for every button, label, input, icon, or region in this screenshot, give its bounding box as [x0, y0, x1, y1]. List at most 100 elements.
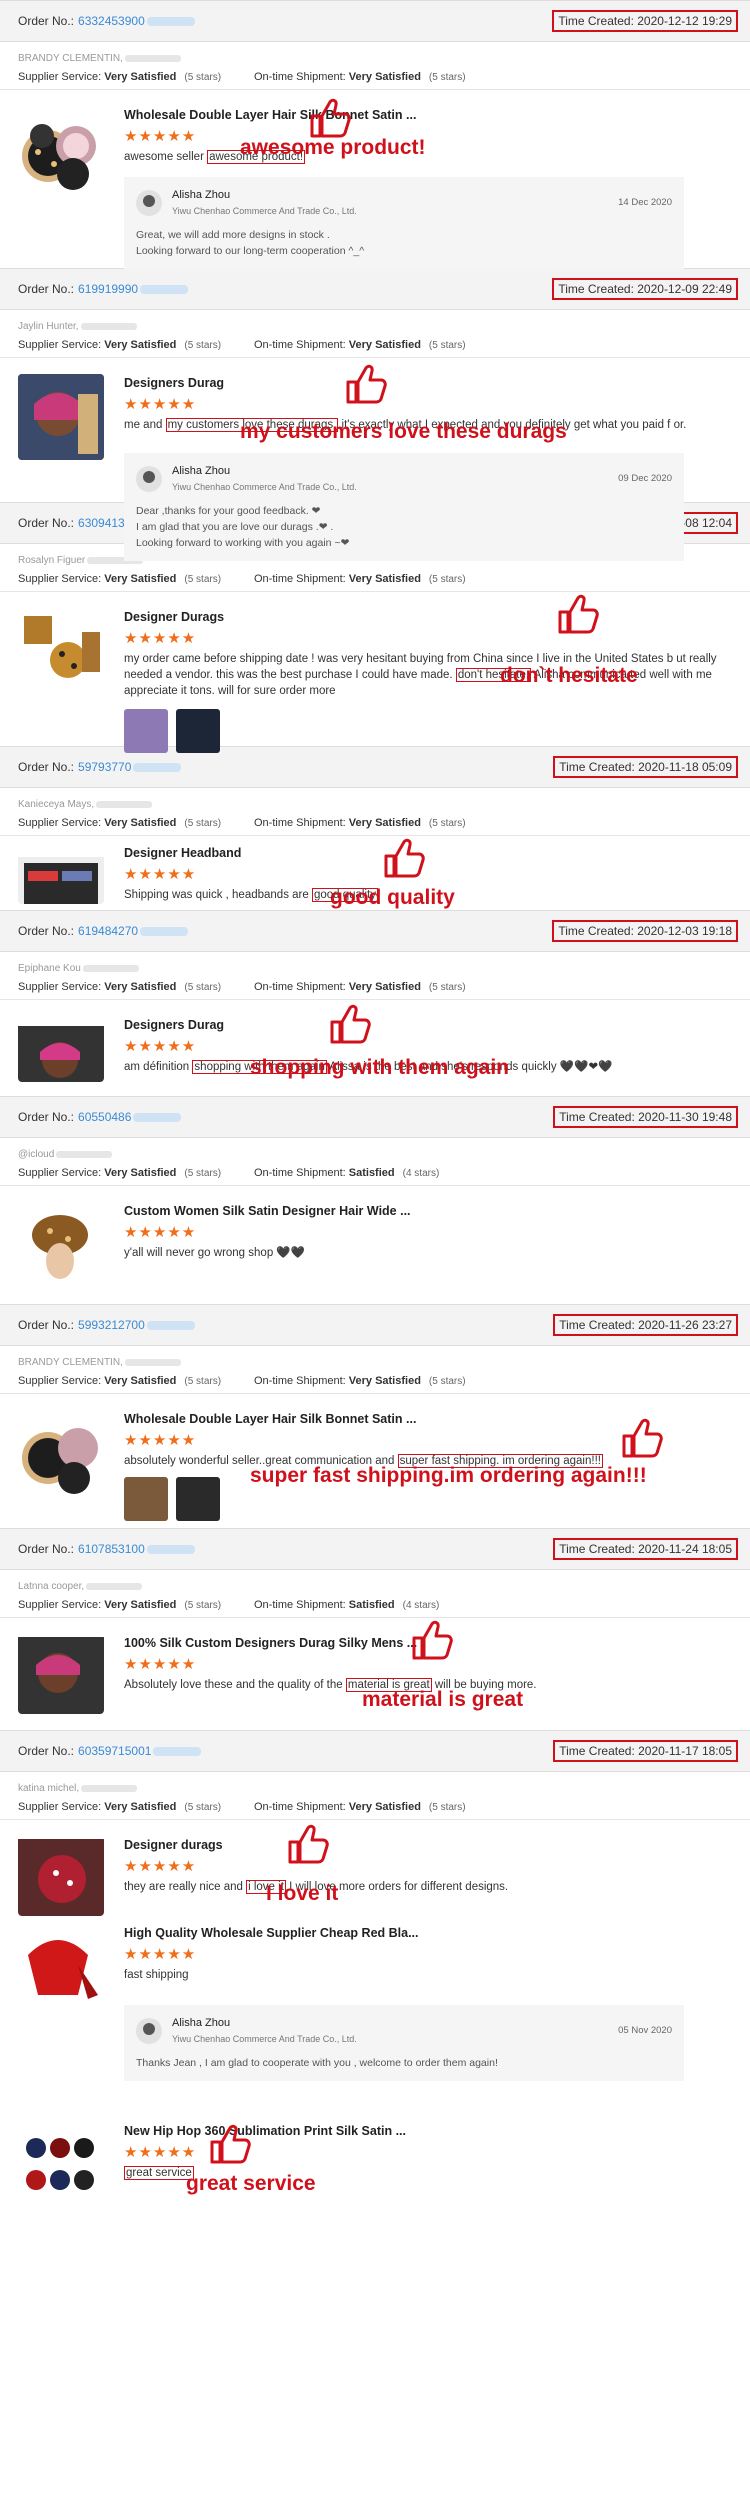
ontime-shipment-stars: (5 stars) — [428, 72, 466, 83]
product-title[interactable]: Wholesale Double Layer Hair Silk Bonnet … — [124, 108, 732, 122]
thumbs-up-icon — [622, 1418, 664, 1458]
product-title[interactable]: Designers Durag — [124, 1018, 732, 1032]
product-review: High Quality Wholesale Supplier Cheap Re… — [0, 1918, 750, 2110]
order-header: Order No.: 60359715001 Time Created: 2020… — [0, 1730, 750, 1772]
supplier-reply: Alisha Zhou Yiwu Chenhao Commerce And Tra… — [124, 177, 684, 269]
review-photo[interactable] — [176, 709, 220, 753]
product-image[interactable] — [18, 1016, 104, 1082]
buyer-name: Rosalyn Figuer — [18, 554, 86, 566]
annotation-label: super fast shipping.im ordering again!!! — [250, 1464, 647, 1487]
review-photos — [124, 709, 732, 753]
supplier-avatar — [136, 2018, 162, 2044]
product-review: Designer durags ★★★★★ they are really ni… — [0, 1820, 750, 1918]
buyer-name: Epiphane Kou — [18, 962, 81, 974]
product-image[interactable] — [18, 1202, 104, 1286]
review-photo[interactable] — [176, 1477, 220, 1521]
product-image[interactable] — [18, 844, 104, 904]
thumbs-up-icon — [288, 1824, 330, 1864]
product-image[interactable] — [18, 1634, 104, 1714]
annotation-label: my customers love these durags — [240, 420, 567, 443]
rating-stars: ★★★★★ — [124, 866, 197, 883]
order-meta: Epiphane Kou Supplier Service: Very Sati… — [0, 952, 750, 1000]
order-header: Order No.: 619484270 Time Created: 2020-1… — [0, 910, 750, 952]
order-header: Order No.: 5993212700 Time Created: 2020-… — [0, 1304, 750, 1346]
time-created: Time Created: 2020-11-17 18:05 — [553, 1740, 738, 1762]
product-title[interactable]: Designers Durag — [124, 376, 732, 390]
product-review: Wholesale Double Layer Hair Silk Bonnet … — [0, 90, 750, 269]
product-image[interactable] — [18, 1836, 104, 1916]
reply-line: Dear ,thanks for your good feedback. ❤ — [136, 505, 321, 517]
product-review: 100% Silk Custom Designers Durag Silky M… — [0, 1618, 750, 1730]
order-number-link[interactable]: 619919990 — [78, 282, 138, 296]
reply-line: Great, we will add more designs in stock… — [136, 229, 330, 241]
annotation-label: great service — [186, 2172, 316, 2195]
rating-stars: ★★★★★ — [124, 1946, 197, 1963]
order-card: Order No.: 6107853100 Time Created: 2020-… — [0, 1528, 750, 1730]
order-number-link[interactable]: 619484270 — [78, 924, 138, 938]
thumbs-up-icon — [330, 1004, 372, 1044]
product-image[interactable] — [18, 106, 104, 192]
order-no-label: Order No.: — [18, 14, 75, 28]
buyer-name: Latnna cooper, — [18, 1580, 85, 1592]
product-image[interactable] — [18, 1410, 104, 1496]
order-header: Order No.: 6107853100 Time Created: 2020-… — [0, 1528, 750, 1570]
product-review: Designer Headband ★★★★★ Shipping was qui… — [0, 836, 750, 910]
reply-company: Yiwu Chenhao Commerce And Trade Co., Ltd… — [172, 206, 357, 216]
order-number-link[interactable]: 5993212700 — [78, 1318, 145, 1332]
review-text: fast shipping — [124, 1969, 189, 1981]
product-title[interactable]: Custom Women Silk Satin Designer Hair Wi… — [124, 1204, 732, 1218]
product-image[interactable] — [18, 2122, 104, 2200]
annotation-label: good quality — [330, 886, 455, 909]
product-title[interactable]: Designer Headband — [124, 846, 732, 860]
buyer-name: katina michel, — [18, 1782, 80, 1794]
product-title[interactable]: High Quality Wholesale Supplier Cheap Re… — [124, 1926, 732, 1940]
order-number-link[interactable]: 60550486 — [78, 1110, 131, 1124]
time-created: Time Created: 2020-12-03 19:18 — [552, 920, 738, 942]
blurred-buyer-info — [124, 54, 181, 62]
annotation-label: awesome product! — [240, 136, 426, 159]
product-title[interactable]: Designer Durags — [124, 610, 732, 624]
highlighted-phrase: great service — [124, 2166, 194, 2180]
product-image[interactable] — [18, 1924, 104, 2008]
time-created: Time Created: 2020-11-30 19:48 — [553, 1106, 738, 1128]
buyer-name: BRANDY CLEMENTIN, — [18, 52, 123, 64]
order-header: Order No.: 6332453900 Time Created: 2020-… — [0, 0, 750, 42]
rating-stars: ★★★★★ — [124, 1858, 197, 1875]
order-header: Order No.: 60550486 Time Created: 2020-11… — [0, 1096, 750, 1138]
buyer-name: BRANDY CLEMENTIN, — [18, 1356, 123, 1368]
product-review: Custom Women Silk Satin Designer Hair Wi… — [0, 1186, 750, 1304]
rating-stars: ★★★★★ — [124, 1038, 197, 1055]
order-number-link[interactable]: 60359715001 — [78, 1744, 151, 1758]
order-number-link[interactable]: 59793770 — [78, 760, 131, 774]
rating-stars: ★★★★★ — [124, 128, 197, 145]
rating-stars: ★★★★★ — [124, 630, 197, 647]
orders-page: { "labels":{"order_no":"Order No.:","sup… — [0, 0, 750, 2210]
product-image[interactable] — [18, 374, 104, 460]
time-created: Time Created: 2020-11-24 18:05 — [553, 1538, 738, 1560]
review-photo[interactable] — [124, 709, 168, 753]
annotation-label: I love it — [266, 1882, 339, 1905]
order-meta: BRANDY CLEMENTIN, Supplier Service: Very… — [0, 1346, 750, 1394]
supplier-service-value: Very Satisfied — [104, 71, 177, 83]
reply-line: Looking forward to working with you agai… — [136, 537, 350, 549]
product-title[interactable]: Designer durags — [124, 1838, 732, 1852]
order-meta: Jaylin Hunter, Supplier Service: Very Sa… — [0, 310, 750, 358]
product-review: New Hip Hop 360 Sublimation Print Silk S… — [0, 2110, 750, 2210]
order-number-link[interactable]: 6332453900 — [78, 14, 145, 28]
review-text: y'all will never go wrong shop 🖤🖤 — [124, 1247, 306, 1259]
buyer-name: Kanieceya Mays, — [18, 798, 95, 810]
order-card: Order No.: 60359715001 Time Created: 2020… — [0, 1730, 750, 2210]
reply-name: Alisha Zhou — [172, 189, 231, 201]
product-image[interactable] — [18, 608, 104, 694]
order-number-link[interactable]: 6107853100 — [78, 1542, 145, 1556]
time-created: Time Created: 2020-11-18 05:09 — [553, 756, 738, 778]
thumbs-up-icon — [558, 594, 600, 634]
supplier-avatar — [136, 466, 162, 492]
review-text: they are really nice and i love it I wil… — [124, 1880, 509, 1894]
review-photo[interactable] — [124, 1477, 168, 1521]
rating-stars: ★★★★★ — [124, 1224, 197, 1241]
order-card: Order No.: 619484270 Time Created: 2020-1… — [0, 910, 750, 1096]
thumbs-up-icon — [384, 838, 426, 878]
order-meta: Kanieceya Mays, Supplier Service: Very S… — [0, 788, 750, 836]
product-review: Designers Durag ★★★★★ me and my customer… — [0, 358, 750, 561]
